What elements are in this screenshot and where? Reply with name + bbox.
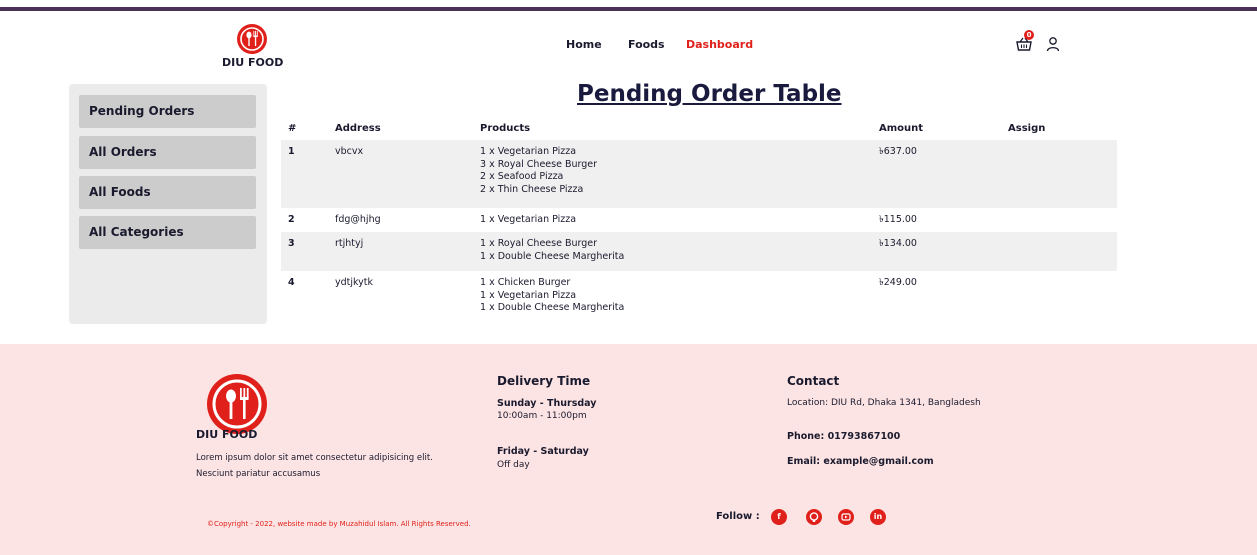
row-amount: ৳249.00 — [879, 277, 917, 288]
linkedin-icon[interactable]: in — [870, 509, 886, 525]
delivery-weekend-hours: Off day — [497, 460, 530, 470]
contact-email: Email: example@gmail.com — [787, 456, 934, 467]
nav-foods[interactable]: Foods — [628, 38, 665, 51]
delivery-time-heading: Delivery Time — [497, 374, 591, 388]
dashboard-sidebar: Pending Orders All Orders All Foods All … — [69, 84, 267, 324]
delivery-weekday-days: Sunday - Thursday — [497, 398, 597, 409]
footer-brand-name: DIU FOOD — [196, 428, 258, 441]
product-line: 1 x Double Cheese Margherita — [480, 302, 625, 313]
table-row: 2 fdg@hjhg 1 x Vegetarian Pizza ৳115.00 — [281, 208, 1117, 232]
site-header: DIU FOOD Home Foods Dashboard 0 — [0, 11, 1257, 77]
contact-location: Location: DIU Rd, Dhaka 1341, Bangladesh — [787, 398, 981, 408]
sidebar-item-all-categories[interactable]: All Categories — [79, 216, 256, 249]
contact-heading: Contact — [787, 374, 840, 388]
sidebar-item-all-foods[interactable]: All Foods — [79, 176, 256, 209]
product-line: 1 x Vegetarian Pizza — [480, 289, 577, 301]
fork-spoon-icon — [237, 24, 267, 54]
table-row: 4 ydtjkytk 1 x Chicken Burger 1 x Vegeta… — [281, 271, 1117, 325]
row-address: ydtjkytk — [335, 277, 374, 288]
brand-name: DIU FOOD — [222, 56, 284, 69]
product-line: 1 x Royal Cheese Burger — [480, 238, 598, 249]
row-products: 1 x Chicken Burger 1 x Vegetarian Pizza … — [480, 277, 624, 315]
row-number: 1 — [288, 146, 295, 157]
table-row: 3 rtjhtyj 1 x Royal Cheese Burger 1 x Do… — [281, 232, 1117, 271]
sidebar-item-all-orders[interactable]: All Orders — [79, 136, 256, 169]
row-products: 1 x Royal Cheese Burger 1 x Double Chees… — [480, 238, 624, 263]
site-footer: DIU FOOD Lorem ipsum dolor sit amet cons… — [0, 344, 1257, 555]
user-icon[interactable] — [1046, 36, 1060, 52]
column-header-amount: Amount — [879, 123, 924, 134]
youtube-icon[interactable] — [838, 509, 854, 525]
github-icon[interactable] — [806, 509, 822, 525]
row-amount: ৳115.00 — [879, 214, 917, 225]
row-address: fdg@hjhg — [335, 214, 381, 225]
footer-description: Lorem ipsum dolor sit amet consectetur a… — [196, 453, 433, 479]
facebook-icon[interactable]: f — [771, 509, 787, 525]
row-number: 3 — [288, 238, 295, 249]
product-line: 2 x Thin Cheese Pizza — [480, 183, 584, 195]
row-amount: ৳637.00 — [879, 146, 917, 157]
column-header-address: Address — [335, 123, 381, 134]
row-number: 2 — [288, 214, 295, 225]
row-address: rtjhtyj — [335, 238, 364, 249]
copyright-text: ©Copyright - 2022, website made by Muzah… — [207, 520, 471, 528]
nav-home[interactable]: Home — [566, 38, 602, 51]
contact-phone: Phone: 01793867100 — [787, 431, 901, 442]
row-products: 1 x Vegetarian Pizza 3 x Royal Cheese Bu… — [480, 146, 597, 196]
row-amount: ৳134.00 — [879, 238, 917, 249]
column-header-number: # — [288, 123, 297, 134]
product-line: 1 x Vegetarian Pizza — [480, 146, 577, 157]
product-line: 1 x Chicken Burger — [480, 277, 571, 288]
product-line: 2 x Seafood Pizza — [480, 171, 564, 182]
brand-logo[interactable]: DIU FOOD — [222, 24, 284, 69]
product-line: 1 x Double Cheese Margherita — [480, 250, 625, 262]
delivery-weekend-days: Friday - Saturday — [497, 446, 589, 457]
table-row: 1 vbcvx 1 x Vegetarian Pizza 3 x Royal C… — [281, 140, 1117, 208]
row-products: 1 x Vegetarian Pizza — [480, 214, 576, 227]
row-number: 4 — [288, 277, 295, 288]
nav-dashboard[interactable]: Dashboard — [686, 38, 753, 51]
column-header-assign: Assign — [1008, 123, 1046, 134]
product-line: 3 x Royal Cheese Burger — [480, 158, 598, 170]
delivery-weekday-hours: 10:00am - 11:00pm — [497, 411, 587, 421]
follow-label: Follow : — [716, 511, 760, 522]
column-header-products: Products — [480, 123, 531, 134]
page-title: Pending Order Table — [577, 81, 842, 107]
sidebar-item-pending-orders[interactable]: Pending Orders — [79, 95, 256, 128]
footer-logo-icon — [207, 374, 267, 434]
cart-count-badge: 0 — [1024, 30, 1034, 40]
row-address: vbcvx — [335, 146, 364, 157]
product-line: 1 x Vegetarian Pizza — [480, 214, 577, 225]
